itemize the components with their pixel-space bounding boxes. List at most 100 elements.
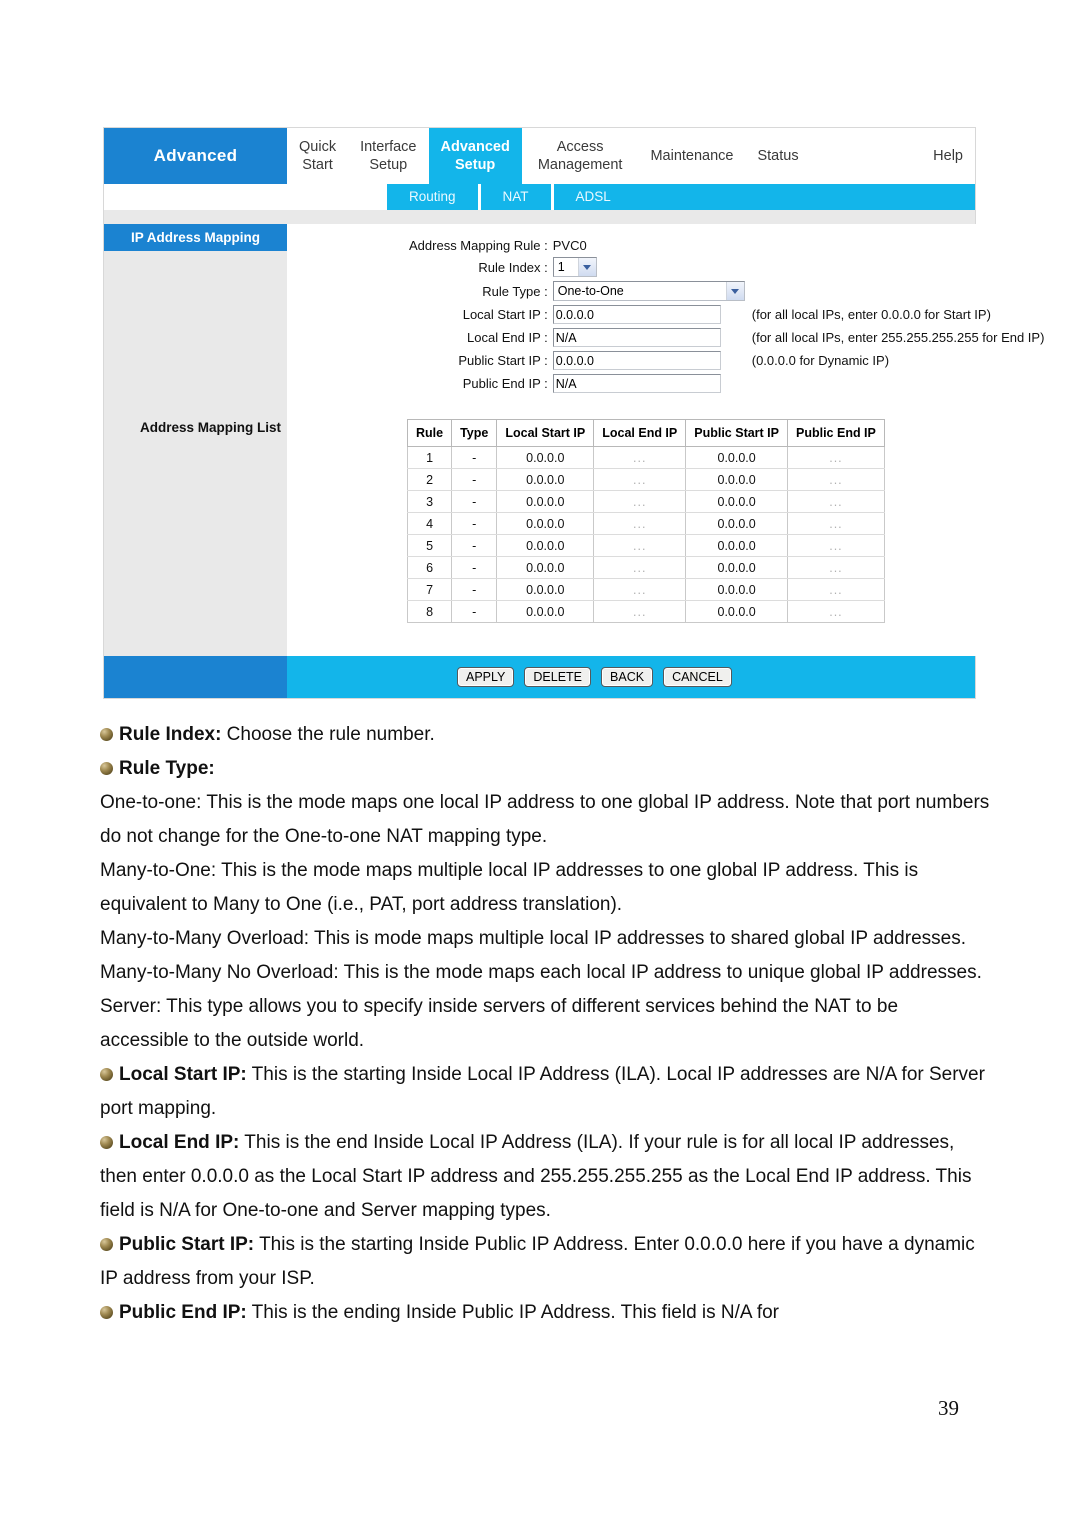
- cell-public-end: ...: [787, 468, 885, 491]
- col-public-start-ip: Public Start IP: [685, 419, 788, 447]
- cell-rule: 4: [406, 512, 453, 535]
- panel-footer: APPLY DELETE BACK CANCEL: [104, 656, 975, 698]
- para-many-to-one: Many-to-One: This is the mode maps multi…: [100, 860, 919, 915]
- cell-rule: 6: [406, 556, 453, 579]
- cell-local-start: 0.0.0.0: [496, 512, 595, 535]
- sidebar-section-title: IP Address Mapping: [104, 224, 287, 251]
- apply-button[interactable]: APPLY: [457, 667, 515, 687]
- tab-maintenance-label: Maintenance: [650, 147, 734, 164]
- bullet-sphere-icon: [100, 1238, 113, 1251]
- subnav-item-nat[interactable]: NAT: [481, 184, 554, 210]
- chevron-down-icon: [731, 288, 740, 294]
- table-row: 1 - 0.0.0.0 ... 0.0.0.0 ...: [406, 446, 885, 469]
- table-row: 5 - 0.0.0.0 ... 0.0.0.0 ...: [406, 534, 885, 557]
- public-start-ip-cell: [552, 349, 745, 372]
- table-row: 6 - 0.0.0.0 ... 0.0.0.0 ...: [406, 556, 885, 579]
- cell-public-end: ...: [787, 534, 885, 557]
- rule-type-cell: One-to-One: [552, 279, 745, 303]
- brand-label: Advanced: [104, 128, 287, 184]
- form-row-public-start-ip: Public Start IP : (0.0.0.0 for Dynamic I…: [409, 349, 1044, 372]
- para-public-start-ip: Public Start IP: This is the starting In…: [100, 1228, 990, 1296]
- col-type: Type: [451, 419, 498, 447]
- hint-public-start-ip: (0.0.0.0 for Dynamic IP): [751, 353, 890, 368]
- cell-type: -: [451, 490, 498, 513]
- bullet-sphere-icon: [100, 1068, 113, 1081]
- cell-public-end: ...: [787, 512, 885, 535]
- cell-public-end: ...: [787, 446, 885, 469]
- public-start-ip-input[interactable]: [552, 351, 721, 370]
- subnav-gap: [287, 184, 387, 210]
- table-header-row: Rule Type Local Start IP Local End IP Pu…: [406, 419, 885, 447]
- cell-local-end: ...: [593, 600, 687, 623]
- form-row-public-end-ip: Public End IP :: [409, 372, 1044, 395]
- cell-local-start: 0.0.0.0: [496, 490, 595, 513]
- public-end-ip-input[interactable]: [552, 374, 721, 393]
- table-row: 3 - 0.0.0.0 ... 0.0.0.0 ...: [406, 490, 885, 513]
- tab-interface-setup-line1: Interface: [360, 138, 417, 155]
- tab-status[interactable]: Status: [745, 128, 810, 184]
- cell-public-start: 0.0.0.0: [685, 512, 788, 535]
- term-rule-type: Rule Type:: [119, 758, 215, 779]
- para-local-end-ip: Local End IP: This is the end Inside Loc…: [100, 1126, 990, 1228]
- cell-local-start: 0.0.0.0: [496, 446, 595, 469]
- para-rule-type-heading: Rule Type:: [100, 752, 990, 786]
- delete-button[interactable]: DELETE: [524, 667, 592, 687]
- footer-left-block: [104, 656, 287, 698]
- cell-local-start: 0.0.0.0: [496, 556, 595, 579]
- tab-quick-start[interactable]: Quick Start: [287, 128, 348, 184]
- cell-local-end: ...: [593, 534, 687, 557]
- form-row-local-start-ip: Local Start IP : (for all local IPs, ent…: [409, 303, 1044, 326]
- cell-public-end: ...: [787, 578, 885, 601]
- tab-access-management[interactable]: Access Management: [522, 128, 639, 184]
- cell-public-start: 0.0.0.0: [685, 490, 788, 513]
- table-row: 8 - 0.0.0.0 ... 0.0.0.0 ...: [406, 600, 885, 623]
- term-rule-index: Rule Index:: [119, 724, 222, 745]
- back-button[interactable]: BACK: [601, 667, 654, 687]
- cell-type: -: [451, 446, 498, 469]
- rule-type-dropdown-button[interactable]: [725, 282, 744, 300]
- local-end-ip-input[interactable]: [552, 328, 721, 347]
- cell-local-start: 0.0.0.0: [496, 600, 595, 623]
- cancel-button[interactable]: CANCEL: [663, 667, 732, 687]
- tab-interface-setup-line2: Setup: [369, 157, 408, 173]
- local-start-ip-input[interactable]: [552, 305, 721, 324]
- rule-index-select[interactable]: 1: [552, 257, 597, 277]
- cell-local-end: ...: [593, 512, 687, 535]
- cell-rule: 3: [406, 490, 453, 513]
- para-local-start-ip: Local Start IP: This is the starting Ins…: [100, 1058, 990, 1126]
- cell-public-start: 0.0.0.0: [685, 468, 788, 491]
- tab-maintenance[interactable]: Maintenance: [638, 128, 745, 184]
- rule-type-select[interactable]: One-to-One: [552, 281, 745, 301]
- tab-advanced-setup[interactable]: Advanced Setup: [428, 128, 522, 184]
- chevron-down-icon: [583, 264, 592, 270]
- router-config-screenshot: Advanced Quick Start Interface Setup Adv…: [103, 127, 1045, 699]
- tab-access-management-line1: Access: [556, 138, 604, 155]
- tab-interface-setup[interactable]: Interface Setup: [348, 128, 428, 184]
- table-row: 2 - 0.0.0.0 ... 0.0.0.0 ...: [406, 468, 885, 491]
- address-mapping-table-head: Rule Type Local Start IP Local End IP Pu…: [406, 419, 885, 447]
- rule-index-selected-value: 1: [557, 260, 565, 274]
- label-address-mapping-rule: Address Mapping Rule :: [409, 238, 548, 253]
- tab-help[interactable]: Help: [921, 128, 975, 184]
- rule-index-dropdown-button[interactable]: [577, 258, 596, 276]
- cell-type: -: [451, 556, 498, 579]
- cell-public-start: 0.0.0.0: [685, 600, 788, 623]
- form-row-local-end-ip: Local End IP : (for all local IPs, enter…: [409, 326, 1044, 349]
- sidebar-address-mapping-list-label: Address Mapping List: [139, 420, 281, 435]
- cell-public-end: ...: [787, 556, 885, 579]
- col-public-end-ip: Public End IP: [787, 419, 885, 447]
- local-end-ip-cell: [552, 326, 745, 349]
- address-mapping-list-wrapper: Rule Type Local Start IP Local End IP Pu…: [406, 419, 1044, 623]
- cell-type: -: [451, 578, 498, 601]
- cell-local-end: ...: [593, 490, 687, 513]
- subnav-item-adsl[interactable]: ADSL: [554, 184, 633, 210]
- cell-local-end: ...: [593, 446, 687, 469]
- subnav-item-routing[interactable]: Routing: [387, 184, 481, 210]
- panel-sidebar: IP Address Mapping Address Mapping List: [104, 224, 287, 656]
- label-public-end-ip: Public End IP :: [462, 376, 548, 391]
- cell-type: -: [451, 534, 498, 557]
- cell-type: -: [451, 468, 498, 491]
- cell-rule: 8: [406, 600, 453, 623]
- desc-rule-index: Choose the rule number.: [221, 724, 435, 745]
